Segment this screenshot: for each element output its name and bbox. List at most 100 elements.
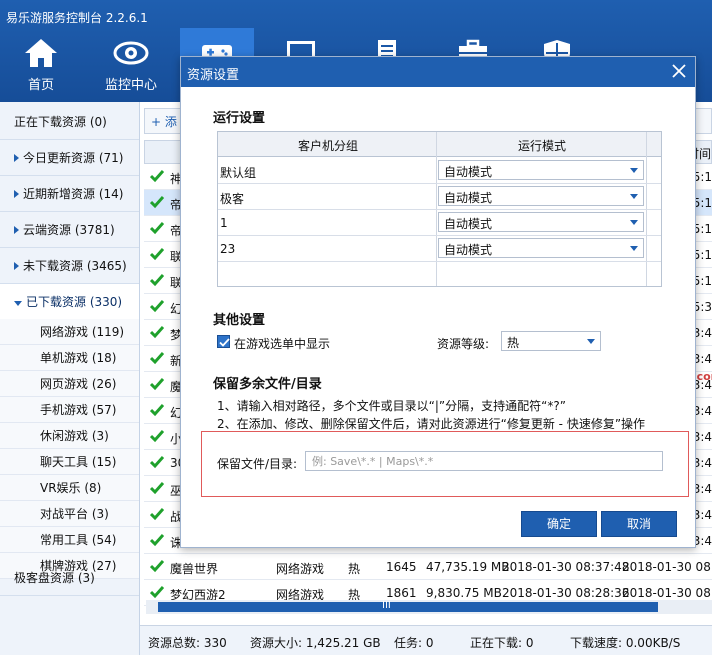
run-mode-value: 自动模式 (444, 191, 493, 205)
row-type: 网络游戏 (276, 562, 325, 576)
run-mode-select[interactable]: 自动模式 (438, 238, 644, 258)
check-icon (150, 404, 164, 417)
sidebar-sub-label: 网络游戏 (119) (40, 325, 125, 339)
run-mode-select[interactable]: 自动模式 (438, 212, 644, 232)
run-mode-value: 自动模式 (444, 217, 493, 231)
sidebar-item-not-downloaded[interactable]: 未下载资源 (3465) (0, 248, 139, 284)
sidebar-sub-label: 对战平台 (3) (40, 507, 109, 521)
client-group: 23 (220, 242, 236, 256)
chevron-right-icon (14, 226, 19, 234)
check-icon (150, 586, 164, 599)
cancel-button[interactable]: 取消 (601, 511, 677, 537)
sidebar-sub-label: VR娱乐 (8) (40, 481, 102, 495)
close-icon[interactable] (669, 61, 689, 81)
grid-row: 23 自动模式 (218, 236, 661, 262)
add-resource-button[interactable]: + 添 (151, 113, 177, 130)
row-date: 2018-01-30 08:28:36 (502, 586, 630, 600)
check-icon (150, 170, 164, 183)
run-settings-title: 运行设置 (213, 111, 266, 126)
sidebar-sub-item[interactable]: 网页游戏 (26) (0, 371, 139, 397)
sidebar-item-recent-added[interactable]: 近期新增资源 (14) (0, 176, 139, 212)
client-group: 默认组 (220, 166, 257, 180)
show-in-menu-label: 在游戏选单中显示 (234, 337, 331, 351)
sidebar-sub-item[interactable]: 聊天工具 (15) (0, 449, 139, 475)
resource-level-select[interactable]: 热 (501, 331, 601, 351)
app-title: 易乐游服务控制台 2.2.6.1 (6, 11, 148, 25)
keep-files-hint-1: 1、请输入相对路径，多个文件或目录以“|”分隔，支持通配符“*?” (217, 399, 566, 413)
check-icon (150, 508, 164, 521)
home-icon (25, 39, 57, 67)
sidebar-item-label: 已下载资源 (330) (26, 295, 123, 309)
sidebar-item-downloading[interactable]: 正在下载资源 (0) (0, 104, 139, 140)
table-row[interactable]: 魔兽世界 网络游戏 热 1645 47,735.19 MB 2018-01-30… (144, 554, 712, 580)
check-icon (150, 248, 164, 261)
sidebar-item-downloaded[interactable]: 已下载资源 (330) (0, 284, 139, 320)
dialog-title-bar: 资源设置 (181, 57, 695, 87)
keep-files-hint-2: 2、在添加、修改、删除保留文件后，请对此资源进行“修复更新 - 快速修复”操作 (217, 417, 646, 431)
check-icon (150, 482, 164, 495)
sidebar-sub-item[interactable]: 常用工具 (54) (0, 527, 139, 553)
check-icon (150, 378, 164, 391)
dialog-title: 资源设置 (187, 68, 240, 83)
show-in-menu-checkbox[interactable] (217, 335, 230, 348)
grid-row: 默认组 自动模式 (218, 158, 661, 184)
status-bar: 资源总数: 330 资源大小: 1,425.21 GB 任务: 0 正在下载: … (140, 625, 712, 655)
check-icon (219, 338, 230, 347)
sidebar: 正在下载资源 (0) 今日更新资源 (71) 近期新增资源 (14) 云端资源 … (0, 102, 140, 655)
chevron-down-icon (630, 246, 638, 251)
check-icon (150, 222, 164, 235)
row-size: 47,735.19 MB (426, 560, 510, 574)
sidebar-sub-item[interactable]: 对战平台 (3) (0, 501, 139, 527)
chevron-down-icon (630, 194, 638, 199)
sidebar-item-geek-disk[interactable]: 极客盘资源 (3) (0, 560, 139, 596)
sidebar-sub-label: 网页游戏 (26) (40, 377, 117, 391)
row-date: 2018-01-30 08:37:48 (502, 560, 630, 574)
check-icon (150, 456, 164, 469)
check-icon (150, 326, 164, 339)
col-client-group: 客户机分组 (298, 139, 359, 153)
sidebar-item-label: 未下载资源 (3465) (23, 259, 127, 273)
status-total: 资源总数: 330 (148, 636, 227, 650)
sidebar-item-label: 云端资源 (3781) (23, 223, 115, 237)
chevron-down-icon (630, 168, 638, 173)
horizontal-scrollbar[interactable]: III (146, 600, 712, 614)
check-icon (150, 274, 164, 287)
check-icon (150, 300, 164, 313)
sidebar-item-today-updated[interactable]: 今日更新资源 (71) (0, 140, 139, 176)
status-speed: 下载速度: 0.00KB/S (570, 636, 681, 650)
sidebar-sub-item[interactable]: 单机游戏 (18) (0, 345, 139, 371)
run-mode-select[interactable]: 自动模式 (438, 186, 644, 206)
check-icon (150, 352, 164, 365)
keep-files-input[interactable] (305, 451, 663, 471)
grid-header: 客户机分组 运行模式 (218, 132, 661, 157)
sidebar-sub-label: 手机游戏 (57) (40, 403, 117, 417)
scrollbar-grip: III (382, 600, 391, 611)
row-date: 2018-01-30 08:3 (622, 560, 712, 574)
check-icon (150, 534, 164, 547)
sidebar-item-label: 今日更新资源 (71) (23, 151, 124, 165)
nav-monitor-center[interactable]: 监控中心 (94, 28, 168, 102)
run-mode-select[interactable]: 自动模式 (438, 160, 644, 180)
ok-button[interactable]: 确定 (521, 511, 597, 537)
nav-monitor-label: 监控中心 (104, 78, 157, 93)
sidebar-sub-item[interactable]: 手机游戏 (57) (0, 397, 139, 423)
sidebar-sub-label: 聊天工具 (15) (40, 455, 117, 469)
row-name: 魔兽世界 (170, 562, 219, 576)
row-date: 2018-01-30 08:2 (622, 586, 712, 600)
status-downloading: 正在下载: 0 (470, 636, 534, 650)
sidebar-item-cloud[interactable]: 云端资源 (3781) (0, 212, 139, 248)
run-mode-grid: 客户机分组 运行模式 默认组 自动模式 极客 自动模式 1 自动模式 23 自动… (217, 131, 662, 287)
run-mode-value: 自动模式 (444, 165, 493, 179)
other-settings-title: 其他设置 (213, 313, 266, 328)
sidebar-sub-item[interactable]: 休闲游戏 (3) (0, 423, 139, 449)
nav-home[interactable]: 首页 (4, 28, 78, 102)
client-group: 1 (220, 216, 228, 230)
row-size: 9,830.75 MB (426, 586, 502, 600)
client-group: 极客 (220, 192, 245, 206)
scrollbar-thumb[interactable] (158, 602, 658, 612)
chevron-down-icon (14, 301, 22, 306)
sidebar-sub-item[interactable]: 网络游戏 (119) (0, 319, 139, 345)
sidebar-sub-item[interactable]: VR娱乐 (8) (0, 475, 139, 501)
sidebar-sub-label: 常用工具 (54) (40, 533, 117, 547)
keep-files-title: 保留多余文件/目录 (213, 377, 322, 392)
